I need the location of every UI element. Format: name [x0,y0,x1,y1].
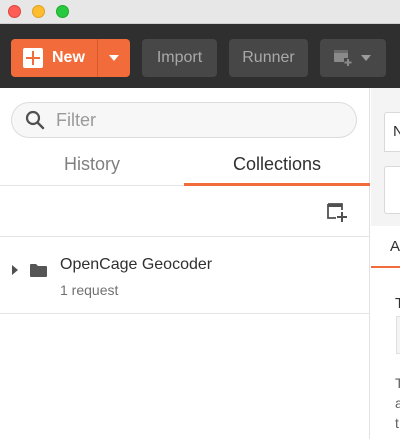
collection-request-count: 1 request [60,282,119,298]
request-panel: N A T T a t [371,88,400,439]
collections-toolbar [0,187,370,237]
new-window-icon [334,50,352,66]
tab-authorization-label: A [390,238,400,255]
new-button-label: New [52,49,85,66]
request-tab-label: N [393,123,400,140]
search-icon [25,110,45,130]
zoom-window-button[interactable] [56,5,69,18]
tab-collections[interactable]: Collections [184,154,370,186]
collection-item[interactable]: OpenCage Geocoder 1 request [0,238,370,314]
search-box [11,102,357,138]
collection-name: OpenCage Geocoder [60,256,213,273]
tab-history[interactable]: History [0,154,184,186]
chevron-down-icon [109,55,119,61]
close-window-button[interactable] [8,5,21,18]
runner-button[interactable]: Runner [229,39,308,77]
new-button-group: New [11,39,130,77]
plus-icon [23,48,43,68]
section-heading: T [395,295,400,312]
active-tab-indicator [184,183,370,186]
description-line: t [395,415,399,431]
window-titlebar [0,0,400,24]
request-tab[interactable]: N [384,112,400,152]
new-collection-icon[interactable] [326,201,348,223]
description-line: T [395,375,400,391]
new-window-button[interactable] [320,39,386,77]
header-toolbar: New Import Runner [0,24,400,88]
new-dropdown-button[interactable] [98,39,130,77]
url-input[interactable] [384,166,400,214]
description-text: T a t [395,373,400,433]
chevron-down-icon [361,55,371,61]
minimize-window-button[interactable] [32,5,45,18]
description-line: a [395,395,400,411]
import-button[interactable]: Import [142,39,217,77]
new-button[interactable]: New [11,39,97,77]
chevron-right-icon[interactable] [12,265,18,275]
filter-input[interactable] [56,109,346,131]
sidebar: History Collections OpenCage Geocoder 1 … [0,88,370,439]
folder-icon [30,264,47,277]
sidebar-tabs: History Collections [0,146,370,186]
request-body-area: T T a t [371,268,400,439]
tab-authorization[interactable]: A [371,226,400,268]
type-select[interactable] [396,316,400,354]
